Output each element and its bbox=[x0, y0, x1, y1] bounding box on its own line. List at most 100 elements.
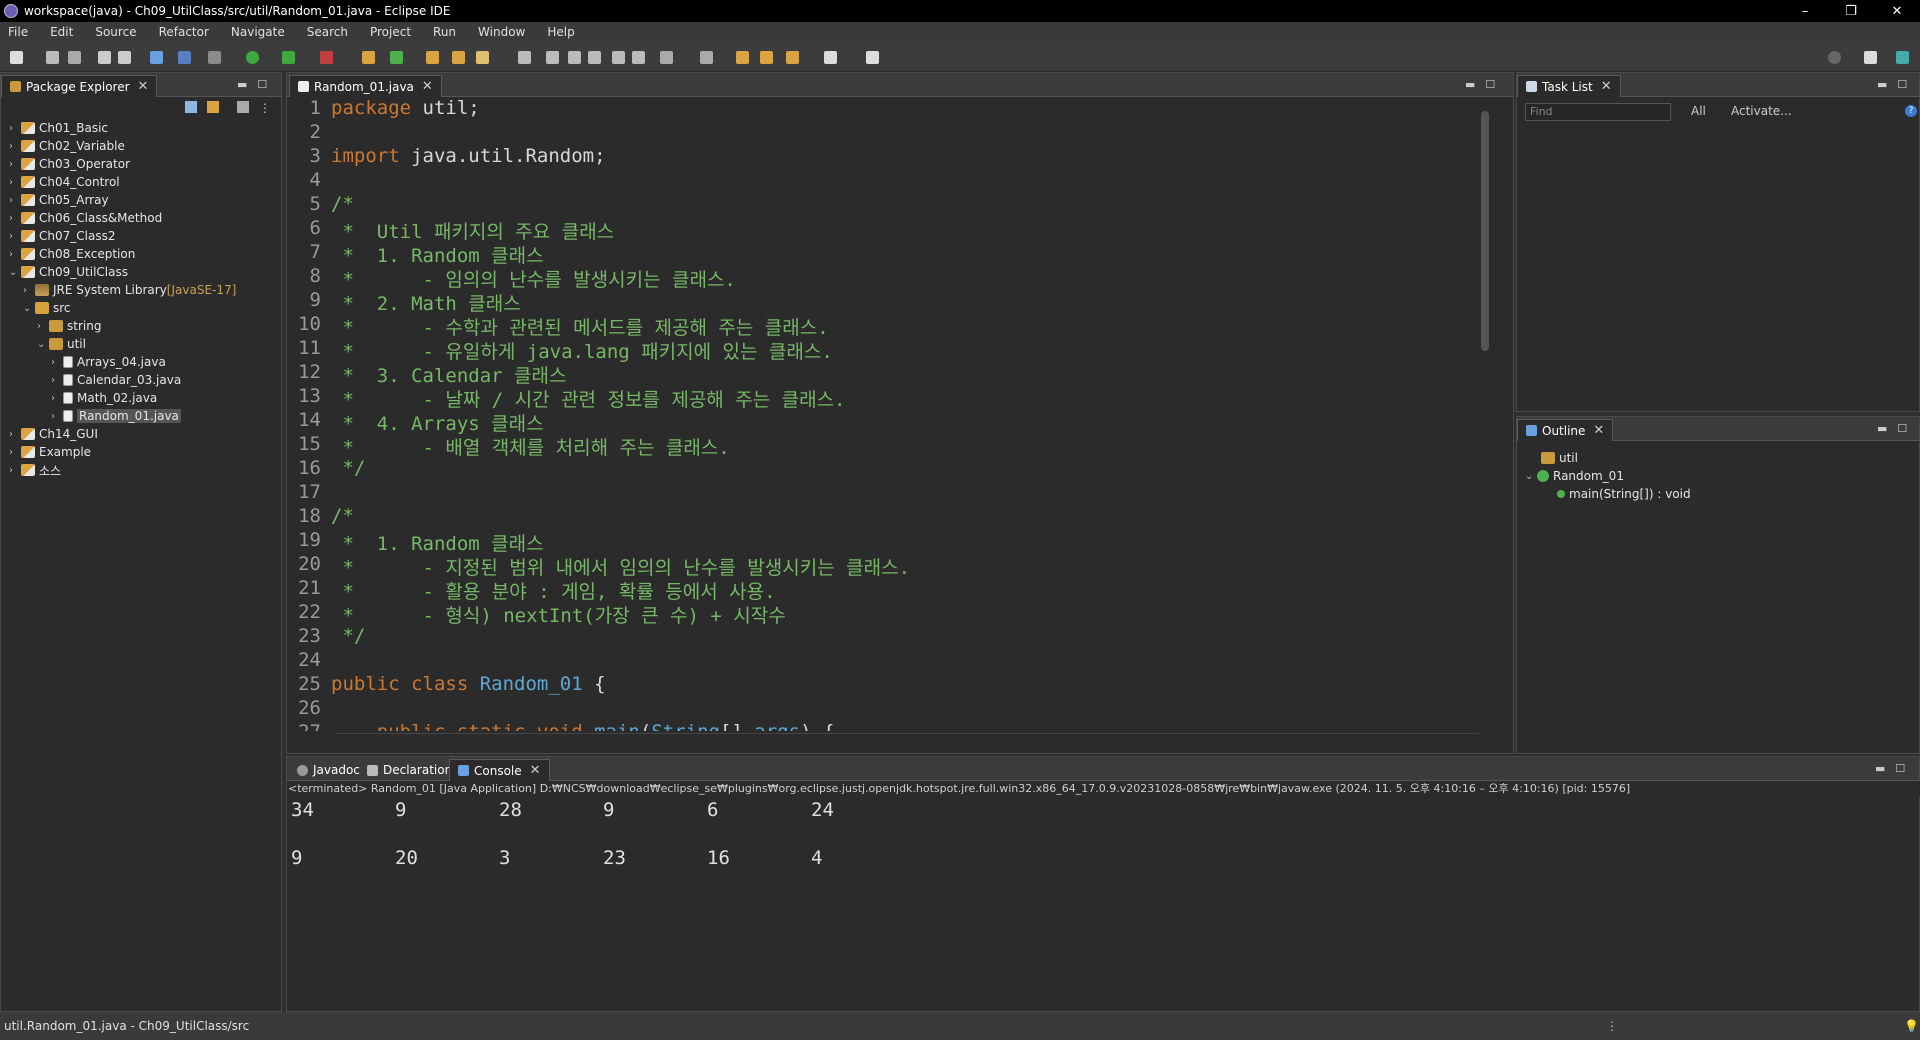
tree-item[interactable]: › Arrays_04.java bbox=[51, 353, 166, 371]
tip-icon[interactable]: 💡 bbox=[1904, 1019, 1919, 1033]
collapse-all-icon[interactable] bbox=[185, 101, 197, 113]
chevron-right-icon[interactable]: › bbox=[9, 141, 21, 152]
chevron-right-icon[interactable]: › bbox=[9, 231, 21, 242]
activate-link[interactable]: Activate... bbox=[1731, 104, 1792, 118]
close-icon[interactable]: ✕ bbox=[1593, 423, 1604, 438]
minimize-view-icon[interactable]: ▬ bbox=[1877, 78, 1887, 91]
maximize-view-icon[interactable]: ☐ bbox=[1897, 422, 1907, 435]
annotation-icon[interactable] bbox=[518, 51, 531, 64]
tree-item[interactable]: › Calendar_03.java bbox=[51, 371, 181, 389]
chevron-right-icon[interactable]: › bbox=[9, 249, 21, 260]
close-icon[interactable]: ✕ bbox=[422, 79, 433, 94]
tree-item[interactable]: › Math_02.java bbox=[51, 389, 157, 407]
open-task-icon[interactable] bbox=[452, 51, 465, 64]
mark-occurrences-icon[interactable] bbox=[546, 51, 559, 64]
tab-package-explorer[interactable]: Package Explorer ✕ bbox=[1, 75, 158, 97]
minimize-view-icon[interactable]: ▬ bbox=[1465, 78, 1475, 91]
chevron-right-icon[interactable]: › bbox=[9, 429, 21, 440]
tab-random-01-java[interactable]: Random_01.java ✕ bbox=[289, 75, 442, 97]
forward-icon[interactable] bbox=[824, 51, 837, 64]
minimize-view-icon[interactable]: ▬ bbox=[237, 78, 247, 91]
tree-item[interactable]: › 소스 bbox=[9, 461, 61, 479]
tree-item[interactable]: › Ch01_Basic bbox=[9, 119, 108, 137]
save-all-icon[interactable] bbox=[68, 51, 81, 64]
status-menu-icon[interactable]: ⋮ bbox=[1606, 1019, 1618, 1033]
chevron-right-icon[interactable]: › bbox=[9, 447, 21, 458]
search-tool-icon[interactable] bbox=[476, 51, 489, 64]
chevron-right-icon[interactable]: › bbox=[51, 375, 63, 386]
chevron-right-icon[interactable]: › bbox=[9, 159, 21, 170]
prev-annotation-icon[interactable] bbox=[700, 51, 713, 64]
minimize-button[interactable]: – bbox=[1782, 0, 1828, 22]
tree-item[interactable]: › Ch04_Control bbox=[9, 173, 120, 191]
chevron-right-icon[interactable]: › bbox=[9, 213, 21, 224]
tree-item[interactable]: › Example bbox=[9, 443, 91, 461]
open-type-icon[interactable] bbox=[426, 51, 439, 64]
paragraph-icon[interactable] bbox=[632, 51, 645, 64]
forward-edit-icon[interactable] bbox=[760, 51, 773, 64]
new-java-project-icon[interactable] bbox=[362, 51, 375, 64]
close-icon[interactable]: ✕ bbox=[1601, 79, 1612, 94]
view-menu-icon[interactable]: ⋮ bbox=[259, 101, 271, 115]
tab-declaration[interactable]: Declaration bbox=[359, 759, 460, 781]
tree-item[interactable]: › Ch03_Operator bbox=[9, 155, 130, 173]
menu-edit[interactable]: Edit bbox=[50, 25, 73, 39]
tree-item[interactable]: › Ch05_Array bbox=[9, 191, 109, 209]
coverage-icon[interactable] bbox=[282, 51, 295, 64]
java-perspective-icon[interactable] bbox=[1896, 51, 1909, 64]
whitespace-icon[interactable] bbox=[612, 51, 625, 64]
tree-item[interactable]: › Random_01.java bbox=[51, 407, 181, 425]
redo-icon[interactable] bbox=[118, 51, 131, 64]
chevron-right-icon[interactable]: › bbox=[51, 411, 63, 422]
menu-run[interactable]: Run bbox=[433, 25, 456, 39]
task-find-input[interactable]: Find bbox=[1525, 103, 1671, 121]
chevron-right-icon[interactable]: › bbox=[51, 357, 63, 368]
tree-item[interactable]: › Ch06_Class&Method bbox=[9, 209, 162, 227]
open-perspective-icon[interactable] bbox=[1864, 51, 1877, 64]
chevron-right-icon[interactable]: › bbox=[51, 393, 63, 404]
tree-item[interactable]: ⌄ src bbox=[23, 299, 71, 317]
chevron-right-icon[interactable]: › bbox=[9, 123, 21, 134]
close-button[interactable]: ✕ bbox=[1874, 0, 1920, 22]
last-edit-icon[interactable] bbox=[736, 51, 749, 64]
outline-item-main[interactable]: main(String[]) : void bbox=[1557, 485, 1691, 503]
menu-help[interactable]: Help bbox=[547, 25, 574, 39]
minimize-view-icon[interactable]: ▬ bbox=[1877, 422, 1887, 435]
tree-item[interactable]: ⌄ Ch09_UtilClass bbox=[9, 263, 128, 281]
terminal-icon[interactable] bbox=[150, 51, 163, 64]
skip-breakpoints-icon[interactable] bbox=[178, 51, 191, 64]
menu-source[interactable]: Source bbox=[95, 25, 136, 39]
chevron-right-icon[interactable]: › bbox=[9, 177, 21, 188]
outline-item-random-01[interactable]: ⌄ Random_01 bbox=[1525, 467, 1624, 485]
close-icon[interactable]: ✕ bbox=[530, 763, 541, 778]
chevron-down-icon[interactable]: ⌄ bbox=[23, 303, 35, 314]
chevron-down-icon[interactable]: ⌄ bbox=[1525, 471, 1537, 482]
tree-item[interactable]: › string bbox=[37, 317, 101, 335]
search-icon[interactable] bbox=[1828, 51, 1841, 64]
new-icon[interactable] bbox=[10, 51, 23, 64]
code-area[interactable]: 1 package util; 2 3 import java.util.Random;… bbox=[287, 97, 1479, 731]
tree-item[interactable]: › Ch02_Variable bbox=[9, 137, 125, 155]
minimize-view-icon[interactable]: ▬ bbox=[1875, 762, 1885, 775]
tab-outline[interactable]: Outline ✕ bbox=[1517, 419, 1614, 441]
editor-scroll-thumb[interactable] bbox=[1481, 111, 1489, 351]
console-vertical-scrollbar[interactable] bbox=[1905, 799, 1917, 993]
link-editor-icon[interactable] bbox=[207, 101, 219, 113]
menu-project[interactable]: Project bbox=[370, 25, 411, 39]
chevron-down-icon[interactable]: ⌄ bbox=[9, 267, 21, 278]
tree-item[interactable]: ⌄ util bbox=[37, 335, 86, 353]
tab-task-list[interactable]: Task List ✕ bbox=[1517, 75, 1621, 97]
chevron-right-icon[interactable]: › bbox=[23, 285, 35, 296]
external-tools-icon[interactable] bbox=[320, 51, 333, 64]
menu-navigate[interactable]: Navigate bbox=[231, 25, 285, 39]
close-icon[interactable]: ✕ bbox=[138, 79, 149, 94]
maximize-view-icon[interactable]: ☐ bbox=[1895, 762, 1905, 775]
help-icon[interactable]: ? bbox=[1905, 105, 1917, 117]
maximize-view-icon[interactable]: ☐ bbox=[257, 78, 267, 91]
tree-item[interactable]: › Ch14_GUI bbox=[9, 425, 98, 443]
chevron-right-icon[interactable]: › bbox=[9, 465, 21, 476]
tree-item[interactable]: › Ch08_Exception bbox=[9, 245, 135, 263]
word-wrap-icon[interactable] bbox=[588, 51, 601, 64]
editor-horizontal-scrollbar[interactable] bbox=[335, 733, 1479, 747]
tab-console[interactable]: Console ✕ bbox=[449, 759, 550, 781]
